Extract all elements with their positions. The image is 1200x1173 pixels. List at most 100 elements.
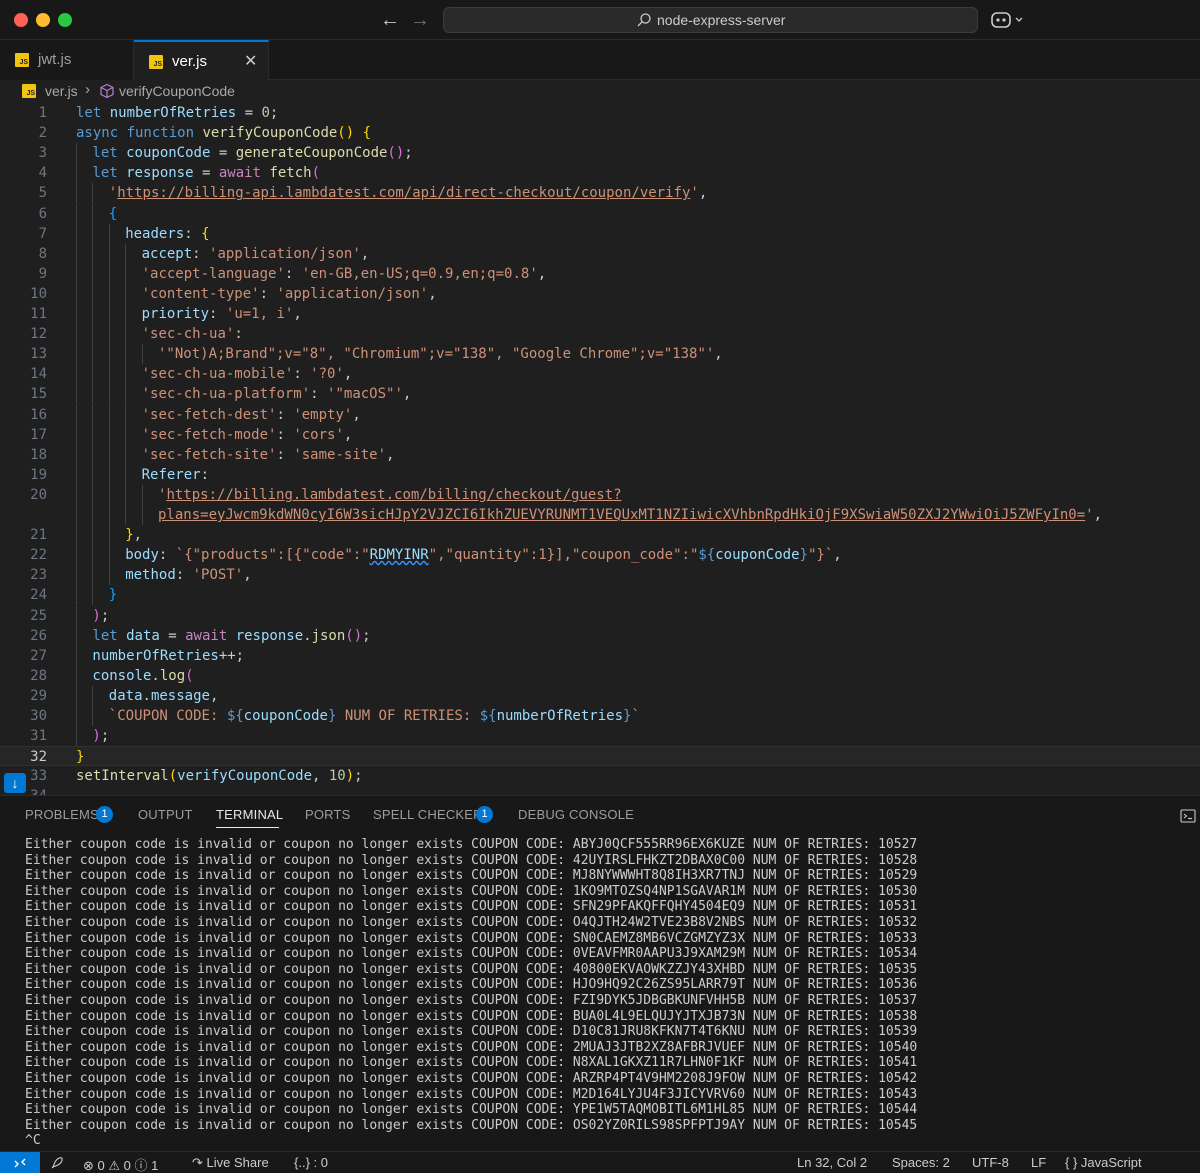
code-token: = (193, 165, 219, 182)
code-line[interactable]: 11 priority: 'u=1, i', (0, 304, 1200, 324)
code-line[interactable]: 14 'sec-ch-ua-mobile': '?0', (0, 364, 1200, 385)
code-token: , (833, 547, 842, 564)
code-text: 'https://billing.lambdatest.com/billing/… (158, 485, 622, 505)
code-line[interactable]: 21}, (0, 525, 1200, 546)
rocket-icon[interactable] (50, 1156, 64, 1170)
tab-ver-js[interactable]: JS ver.js ✕ (134, 40, 269, 81)
code-text: 'https://billing-api.lambdatest.com/api/… (109, 183, 707, 203)
code-line[interactable]: 30 `COUPON CODE: ${couponCode} NUM OF RET… (0, 706, 1200, 726)
indent-guide (76, 304, 77, 324)
code-line[interactable]: 25); (0, 605, 1200, 626)
code-line[interactable]: 17 'sec-fetch-mode': 'cors', (0, 424, 1200, 445)
code-line[interactable]: plans=eyJwcm9kdWN0cyI6W3sicHJpY2VJZCI6Ik… (0, 505, 1200, 525)
code-line[interactable]: 27 numberOfRetries++; (0, 645, 1200, 666)
live-share-button[interactable]: ↷ Live Share (192, 1155, 269, 1171)
code-line[interactable]: 1 let numberOfRetries = 0; (0, 103, 1200, 123)
code-token: ; (404, 145, 413, 162)
code-line[interactable]: 12 'sec-ch-ua': (0, 324, 1200, 345)
code-token: 'POST' (192, 567, 244, 584)
code-line[interactable]: 18 'sec-fetch-site': 'same-site', (0, 444, 1200, 465)
encoding-status[interactable]: UTF-8 (972, 1155, 1009, 1170)
code-line[interactable]: 28 console.log( (0, 665, 1200, 686)
code-line[interactable]: 13 '"Not)A;Brand";v="8", "Chromium";v="13… (0, 344, 1200, 365)
scroll-down-arrow-icon[interactable]: ↓ (4, 773, 26, 793)
code-line[interactable]: 4 let response = await fetch( (0, 163, 1200, 184)
indent-guide (92, 223, 94, 244)
eol-status[interactable]: LF (1031, 1155, 1046, 1170)
code-line[interactable]: 26 let data = await response.json(); (0, 625, 1200, 646)
terminal-output[interactable]: Either coupon code is invalid or coupon … (25, 837, 1195, 1149)
code-line[interactable]: 34 (0, 786, 1200, 795)
forward-arrow-icon[interactable]: → (410, 8, 430, 32)
code-editor[interactable]: 3433setInterval(verifyCouponCode, 10);32… (0, 103, 1200, 795)
maximize-window-button[interactable] (58, 13, 72, 27)
code-text: 'sec-ch-ua-platform': '"macOS"', (142, 384, 412, 404)
code-line[interactable]: 20 'https://billing.lambdatest.com/billin… (0, 484, 1200, 505)
back-arrow-icon[interactable]: ← (380, 8, 400, 32)
code-token: ) (92, 728, 101, 745)
line-number: 7 (38, 225, 47, 242)
remote-indicator[interactable] (0, 1152, 40, 1173)
minimize-window-button[interactable] (36, 13, 50, 27)
code-line[interactable]: 3 let couponCode = generateCouponCode(); (0, 143, 1200, 164)
code-line[interactable]: 7 headers: { (0, 223, 1200, 244)
indent-guide (108, 424, 110, 445)
problems-status[interactable]: ⊗ 0 ⚠ 0 ⓘ 1 (83, 1155, 158, 1173)
tab-label: jwt.js (38, 51, 72, 68)
code-line[interactable]: 24} (0, 585, 1200, 606)
terminal-line: Either coupon code is invalid or coupon … (25, 1039, 918, 1055)
line-number: 21 (30, 527, 47, 544)
code-token: 'sec-fetch-mode' (141, 426, 277, 443)
code-line[interactable]: 10 'content-type': 'application/json', (0, 283, 1200, 304)
tab-problems[interactable]: PROBLEMS (25, 807, 99, 822)
code-line[interactable]: 2 async function verifyCouponCode() { (0, 123, 1200, 143)
copilot-icon[interactable] (990, 10, 1026, 30)
tab-spell-checker[interactable]: SPELL CHECKER (373, 807, 483, 822)
code-line[interactable]: 19 Referer: (0, 464, 1200, 485)
code-line[interactable]: 29 data.message, (0, 685, 1200, 706)
indent-guide (108, 444, 110, 465)
terminal-icon[interactable] (1180, 808, 1196, 824)
code-line[interactable]: 32} (0, 746, 1200, 767)
code-token: body (125, 547, 159, 564)
tab-jwt-js[interactable]: JS jwt.js (0, 40, 134, 80)
info-icon: ⓘ (134, 1158, 148, 1173)
code-line[interactable]: 6{ (0, 203, 1200, 224)
cursor-position[interactable]: Ln 32, Col 2 (797, 1155, 867, 1170)
code-line[interactable]: 8 accept: 'application/json', (0, 243, 1200, 264)
code-token: priority (141, 306, 210, 322)
command-center-search[interactable]: node-express-server (443, 7, 978, 33)
code-line[interactable]: 33 setInterval(verifyCouponCode, 10); (0, 766, 1200, 786)
code-token: 'sec-fetch-dest' (141, 406, 277, 423)
breadcrumb-symbol[interactable]: verifyCouponCode (119, 83, 235, 99)
code-line[interactable]: 15 'sec-ch-ua-platform': '"macOS"', (0, 384, 1200, 405)
indent-guide (92, 565, 94, 586)
code-line[interactable]: 9 'accept-language': 'en-GB,en-US;q=0.9,e… (0, 263, 1200, 284)
code-line[interactable]: 23 method: 'POST', (0, 565, 1200, 586)
code-line[interactable]: 31); (0, 726, 1200, 747)
code-token: , (293, 306, 302, 322)
language-mode[interactable]: { } JavaScript (1065, 1155, 1142, 1170)
braces-status[interactable]: {..} : 0 (294, 1155, 328, 1170)
tab-terminal[interactable]: TERMINAL (216, 807, 283, 822)
code-token: = (159, 627, 186, 644)
close-window-button[interactable] (14, 13, 28, 27)
indent-guide (76, 143, 77, 164)
breadcrumb-file[interactable]: ver.js (45, 83, 78, 99)
indent-guide (141, 505, 143, 525)
code-text: 'sec-fetch-dest': 'empty', (142, 405, 361, 425)
line-number: 24 (30, 587, 47, 604)
tab-debug-console[interactable]: DEBUG CONSOLE (518, 807, 634, 822)
tab-ports[interactable]: PORTS (305, 807, 351, 822)
code-line[interactable]: 22 body: `{"products":[{"code":"RDMYINR",… (0, 545, 1200, 566)
close-icon[interactable]: ✕ (244, 51, 257, 71)
tab-output[interactable]: OUTPUT (138, 807, 193, 822)
code-token: json (311, 627, 346, 644)
code-line[interactable]: 5 'https://billing-api.lambdatest.com/api… (0, 183, 1200, 204)
code-line[interactable]: 16 'sec-fetch-dest': 'empty', (0, 404, 1200, 425)
indentation-status[interactable]: Spaces: 2 (892, 1155, 950, 1170)
indent-guide (125, 324, 127, 345)
code-token: : (192, 245, 210, 262)
code-token: generateCouponCode (235, 145, 388, 162)
code-token: () (337, 125, 355, 142)
